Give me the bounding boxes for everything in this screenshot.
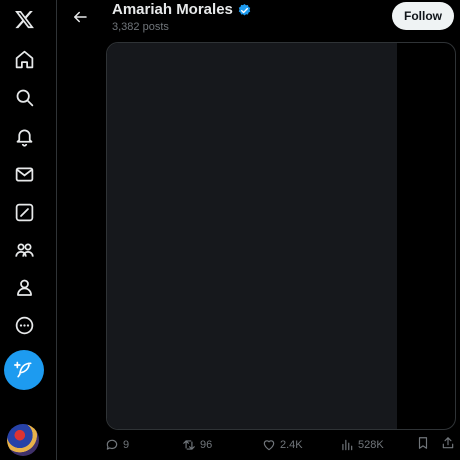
arrow-left-icon — [74, 11, 87, 23]
repost-icon — [183, 440, 195, 450]
profile-icon[interactable] — [5, 268, 43, 306]
repost-button[interactable]: 96 — [182, 436, 212, 454]
view-count: 528K — [358, 439, 384, 451]
bar-chart-icon — [342, 439, 353, 451]
heart-icon — [263, 440, 275, 451]
bookmark-button[interactable] — [416, 436, 430, 450]
mail-icon[interactable] — [5, 155, 43, 193]
share-icon — [442, 437, 454, 449]
share-button[interactable] — [441, 436, 455, 450]
feather-plus-icon — [14, 361, 32, 378]
home-icon[interactable] — [5, 40, 43, 78]
profile-header: Amariah Morales 3,382 posts Follow — [57, 0, 460, 36]
post-actions-bar: 9 96 2.4K 528K — [57, 432, 460, 460]
post-card — [106, 42, 456, 430]
x-logo-icon[interactable] — [5, 0, 43, 38]
repost-count: 96 — [200, 439, 213, 451]
search-icon[interactable] — [5, 78, 43, 116]
sidebar-nav — [0, 0, 57, 460]
more-icon[interactable] — [5, 306, 43, 344]
follow-button[interactable]: Follow — [392, 2, 454, 30]
views-button[interactable]: 528K — [340, 436, 384, 454]
reply-icon — [106, 439, 118, 450]
communities-icon[interactable] — [5, 231, 43, 269]
account-avatar[interactable] — [7, 424, 39, 456]
like-count: 2.4K — [280, 439, 303, 451]
post-media[interactable] — [107, 43, 397, 429]
back-button[interactable] — [65, 2, 95, 32]
like-button[interactable]: 2.4K — [262, 436, 303, 454]
reply-button[interactable]: 9 — [105, 436, 129, 454]
grok-icon[interactable] — [5, 193, 43, 231]
post-count: 3,382 posts — [112, 21, 169, 33]
verified-badge-icon — [238, 3, 251, 15]
reply-count: 9 — [123, 439, 130, 451]
profile-name: Amariah Morales — [112, 1, 233, 18]
bookmark-icon — [418, 437, 428, 449]
bell-icon[interactable] — [5, 117, 43, 155]
profile-name-row: Amariah Morales — [112, 0, 252, 20]
compose-post-button[interactable] — [4, 350, 44, 390]
